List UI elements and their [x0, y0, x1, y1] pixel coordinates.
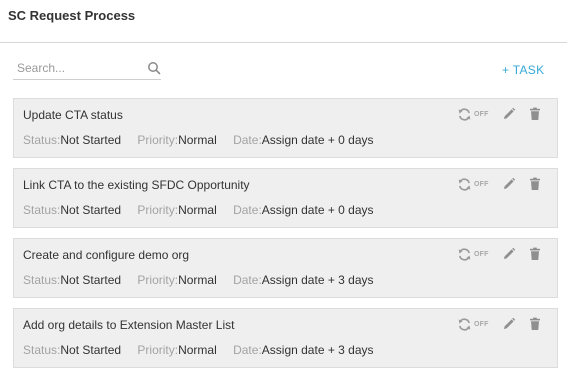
- status-label: Status:: [23, 203, 61, 217]
- date-label: Date:: [233, 343, 262, 357]
- task-card[interactable]: Add org details to Extension Master List…: [13, 308, 558, 368]
- toolbar: + TASK: [0, 43, 567, 95]
- date-label: Date:: [233, 203, 262, 217]
- date-label: Date:: [233, 133, 262, 147]
- task-name[interactable]: Link CTA to the existing SFDC Opportunit…: [23, 178, 250, 192]
- task-meta: Status:Not Started Priority:Normal Date:…: [23, 343, 387, 357]
- sync-toggle[interactable]: OFF: [457, 317, 495, 333]
- status-field: Status:Not Started: [23, 203, 121, 217]
- status-field: Status:Not Started: [23, 133, 121, 147]
- date-field: Date:Assign date + 3 days: [233, 273, 373, 287]
- priority-field: Priority:Normal: [137, 273, 216, 287]
- status-label: Status:: [23, 343, 61, 357]
- date-field: Date:Assign date + 0 days: [233, 203, 373, 217]
- pencil-icon[interactable]: [502, 107, 516, 121]
- search-icon[interactable]: [147, 61, 161, 75]
- priority-label: Priority:: [137, 203, 179, 217]
- pencil-icon[interactable]: [502, 177, 516, 191]
- trash-icon[interactable]: [528, 317, 542, 331]
- task-meta: Status:Not Started Priority:Normal Date:…: [23, 203, 387, 217]
- status-label: Status:: [23, 133, 61, 147]
- date-value: Assign date + 0 days: [261, 203, 374, 217]
- task-name[interactable]: Create and configure demo org: [23, 248, 189, 262]
- status-value: Not Started: [60, 203, 122, 217]
- priority-value: Normal: [178, 133, 217, 147]
- sync-toggle[interactable]: OFF: [457, 247, 495, 263]
- trash-icon[interactable]: [528, 107, 542, 121]
- sync-off-label: OFF: [474, 181, 489, 188]
- sync-toggle[interactable]: OFF: [457, 107, 495, 123]
- date-field: Date:Assign date + 3 days: [233, 343, 373, 357]
- priority-value: Normal: [178, 203, 217, 217]
- task-name[interactable]: Add org details to Extension Master List: [23, 318, 234, 332]
- add-task-button[interactable]: + TASK: [502, 63, 544, 77]
- date-value: Assign date + 3 days: [261, 273, 374, 287]
- task-card[interactable]: Update CTA status Status:Not Started Pri…: [13, 98, 558, 158]
- priority-field: Priority:Normal: [137, 203, 216, 217]
- date-label: Date:: [233, 273, 262, 287]
- task-meta: Status:Not Started Priority:Normal Date:…: [23, 133, 387, 147]
- task-card[interactable]: Create and configure demo org Status:Not…: [13, 238, 558, 298]
- sync-off-label: OFF: [474, 111, 489, 118]
- page-title: SC Request Process: [8, 8, 136, 23]
- priority-value: Normal: [178, 343, 217, 357]
- search-input[interactable]: [13, 59, 142, 77]
- date-field: Date:Assign date + 0 days: [233, 133, 373, 147]
- status-field: Status:Not Started: [23, 273, 121, 287]
- sync-toggle[interactable]: OFF: [457, 177, 495, 193]
- status-field: Status:Not Started: [23, 343, 121, 357]
- priority-label: Priority:: [137, 273, 179, 287]
- page-header: SC Request Process: [0, 0, 567, 43]
- trash-icon[interactable]: [528, 247, 542, 261]
- task-meta: Status:Not Started Priority:Normal Date:…: [23, 273, 387, 287]
- status-label: Status:: [23, 273, 61, 287]
- sync-off-label: OFF: [474, 251, 489, 258]
- pencil-icon[interactable]: [502, 247, 516, 261]
- status-value: Not Started: [60, 133, 122, 147]
- sync-off-label: OFF: [474, 321, 489, 328]
- trash-icon[interactable]: [528, 177, 542, 191]
- task-name[interactable]: Update CTA status: [23, 108, 123, 122]
- sync-icon: [458, 248, 471, 261]
- sync-icon: [458, 178, 471, 191]
- status-value: Not Started: [60, 343, 122, 357]
- task-card[interactable]: Link CTA to the existing SFDC Opportunit…: [13, 168, 558, 228]
- priority-label: Priority:: [137, 133, 179, 147]
- status-value: Not Started: [60, 273, 122, 287]
- date-value: Assign date + 3 days: [261, 343, 374, 357]
- priority-field: Priority:Normal: [137, 343, 216, 357]
- date-value: Assign date + 0 days: [261, 133, 374, 147]
- priority-value: Normal: [178, 273, 217, 287]
- sync-icon: [458, 108, 471, 121]
- pencil-icon[interactable]: [502, 317, 516, 331]
- sync-icon: [458, 318, 471, 331]
- priority-field: Priority:Normal: [137, 133, 216, 147]
- search-box[interactable]: [13, 59, 161, 80]
- priority-label: Priority:: [137, 343, 179, 357]
